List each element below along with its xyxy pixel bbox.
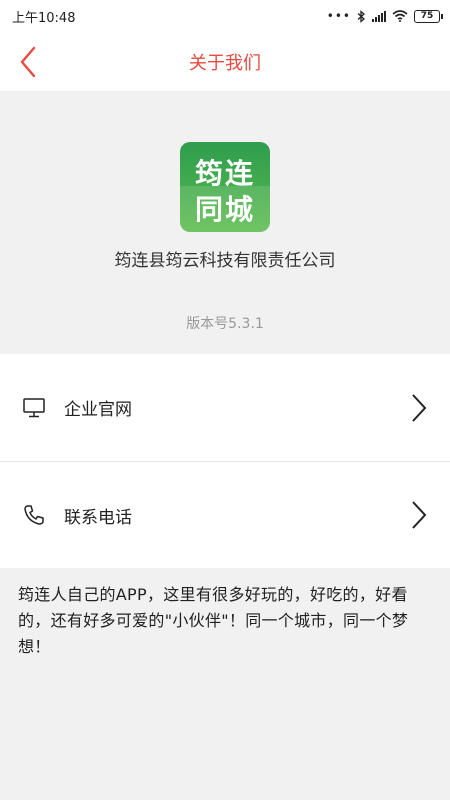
logo-text-top: 筠连 — [194, 157, 255, 190]
status-time: 上午10:48 — [12, 10, 76, 26]
signal-icon — [372, 10, 386, 22]
chevron-right-icon — [412, 501, 427, 529]
page-title: 关于我们 — [189, 52, 261, 74]
phone-icon — [24, 505, 44, 525]
company-name: 筠连县筠云科技有限责任公司 — [114, 251, 336, 271]
status-icons: ••• 75 — [326, 9, 443, 23]
app-description: 筠连人自己的APP，这里有很多好玩的，好吃的，好看的，还有好多可爱的"小伙伴"！… — [18, 585, 409, 656]
app-logo: 筠连 同城 — [180, 142, 270, 232]
chevron-left-icon[interactable] — [14, 44, 48, 80]
version-label: 版本号5.3.1 — [186, 316, 264, 332]
battery-level: 75 — [420, 10, 434, 21]
battery-icon: 75 — [414, 9, 443, 23]
nav-bar: 关于我们 — [0, 32, 450, 92]
bluetooth-icon — [357, 9, 365, 23]
about-section: 筠连 同城 筠连县筠云科技有限责任公司 版本号5.3.1 — [0, 92, 450, 354]
menu-item-website[interactable]: 企业官网 — [0, 354, 450, 461]
menu-item-label: 联系电话 — [64, 507, 132, 528]
logo-text-bottom: 同城 — [194, 193, 255, 226]
chevron-right-icon — [412, 393, 427, 422]
menu-item-label: 企业官网 — [64, 400, 132, 420]
monitor-icon — [23, 397, 45, 417]
dots-icon: ••• — [326, 9, 351, 23]
status-bar: 上午10:48 ••• 75 — [0, 0, 450, 32]
menu-item-phone[interactable]: 联系电话 — [0, 461, 450, 568]
menu-list: 企业官网 联系电话 — [0, 354, 450, 568]
wifi-icon — [392, 10, 408, 22]
